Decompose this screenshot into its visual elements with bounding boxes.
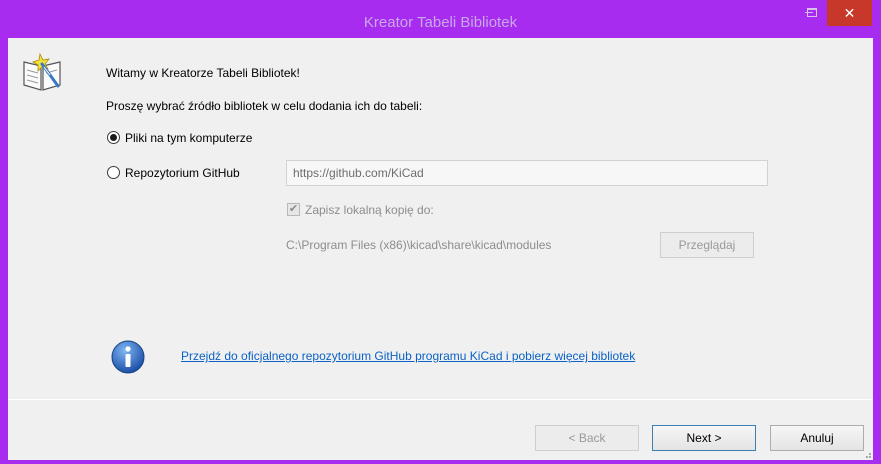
welcome-text: Witamy w Kreatorze Tabeli Bibliotek! bbox=[106, 66, 300, 80]
next-button[interactable]: Next > bbox=[652, 425, 756, 451]
back-button[interactable]: < Back bbox=[535, 425, 639, 451]
save-local-copy-checkbox[interactable]: ✔ bbox=[287, 203, 300, 216]
cancel-button[interactable]: Anuluj bbox=[770, 425, 864, 451]
info-icon bbox=[111, 340, 145, 374]
radio-github[interactable] bbox=[107, 166, 120, 179]
wizard-window: Kreator Tabeli Bibliotek – ✕ Witamy w Kr… bbox=[0, 0, 881, 464]
github-repository-link[interactable]: Przejdź do oficjalnego repozytorium GitH… bbox=[181, 349, 635, 363]
github-url-input[interactable] bbox=[286, 160, 768, 186]
close-icon: ✕ bbox=[843, 5, 856, 21]
resize-grip-icon[interactable] bbox=[862, 449, 872, 459]
save-local-copy-label[interactable]: Zapisz lokalną kopię do: bbox=[305, 203, 434, 217]
close-button[interactable]: ✕ bbox=[827, 0, 872, 26]
browse-button[interactable]: Przeglądaj bbox=[660, 232, 754, 258]
radio-local-files[interactable] bbox=[107, 131, 120, 144]
dialog-body: Witamy w Kreatorze Tabeli Bibliotek! Pro… bbox=[8, 38, 873, 460]
maximize-button[interactable] bbox=[797, 0, 827, 26]
radio-github-label[interactable]: Repozytorium GitHub bbox=[125, 166, 240, 180]
footer-separator bbox=[8, 399, 873, 400]
library-wizard-icon bbox=[23, 52, 61, 91]
checkmark-icon: ✔ bbox=[288, 203, 299, 215]
title-bar[interactable]: Kreator Tabeli Bibliotek – ✕ bbox=[0, 0, 881, 38]
maximize-icon bbox=[807, 8, 817, 17]
window-title: Kreator Tabeli Bibliotek bbox=[363, 14, 518, 31]
radio-local-files-label[interactable]: Pliki na tym komputerze bbox=[125, 131, 252, 145]
source-prompt: Proszę wybrać źródło bibliotek w celu do… bbox=[106, 99, 423, 113]
local-path-text: C:\Program Files (x86)\kicad\share\kicad… bbox=[286, 238, 552, 252]
